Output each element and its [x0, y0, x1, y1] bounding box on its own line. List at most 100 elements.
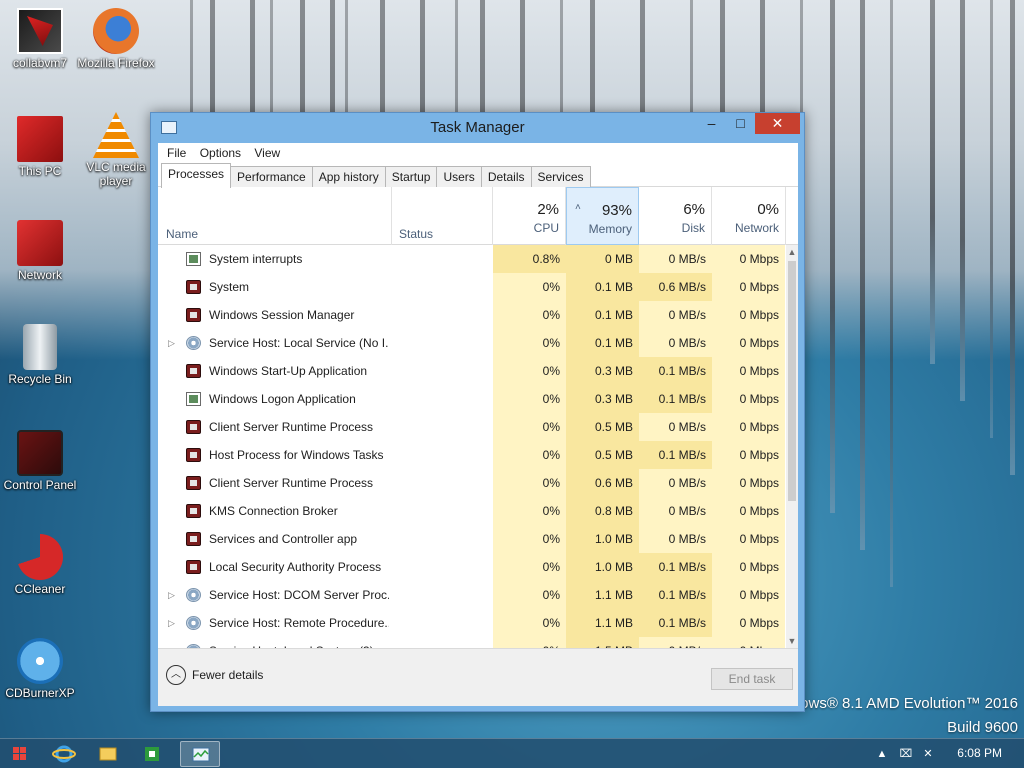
column-header-network[interactable]: 0% Network [712, 187, 786, 245]
expand-chevron-icon[interactable]: ▷ [168, 329, 175, 357]
process-icon [186, 448, 201, 462]
process-row[interactable]: ▷ Service Host: DCOM Server Proc... 0% 1.1 … [158, 581, 798, 609]
disk-value: 0 MB/s [639, 245, 712, 273]
memory-value: 1.1 MB [566, 609, 639, 637]
desktop-icon-this-pc[interactable]: This PC [0, 116, 80, 178]
end-task-button[interactable]: End task [711, 668, 793, 690]
column-header-memory[interactable]: ˄ 93% Memory [566, 187, 639, 245]
desktop-icon-vlc[interactable]: VLC media player [76, 112, 156, 188]
process-row[interactable]: ▷ Service Host: Local Service (No I... 0% 0… [158, 329, 798, 357]
disk-total-percent: 6% [683, 201, 705, 218]
wallpaper-tree [890, 0, 893, 587]
process-row[interactable]: System 0% 0.1 MB 0.6 MB/s 0 Mbps [158, 273, 798, 301]
process-row[interactable]: Windows Logon Application 0% 0.3 MB 0.1 MB/… [158, 385, 798, 413]
memory-value: 1.1 MB [566, 581, 639, 609]
close-button[interactable]: ✕ [755, 113, 800, 134]
title-bar[interactable]: Task Manager ‒ □ ✕ [151, 113, 804, 142]
taskbar-task-manager[interactable] [180, 741, 220, 767]
process-row[interactable]: System interrupts 0.8% 0 MB 0 MB/s 0 Mbps [158, 245, 798, 273]
volume-muted-icon[interactable]: ✕ [920, 746, 936, 762]
menu-view[interactable]: View [249, 143, 285, 163]
cpu-value: 0% [493, 385, 566, 413]
cpu-value: 0% [493, 609, 566, 637]
memory-value: 0.1 MB [566, 329, 639, 357]
menu-options[interactable]: Options [195, 143, 246, 163]
taskbar-file-explorer[interactable] [88, 741, 128, 767]
start-button[interactable] [0, 741, 40, 767]
column-header-name[interactable]: Name [166, 227, 198, 241]
process-name: Windows Start-Up Application [209, 364, 368, 378]
memory-value: 1.0 MB [566, 525, 639, 553]
taskbar-store[interactable] [132, 741, 172, 767]
desktop-icon-collabvm7[interactable]: collabvm7 [0, 8, 80, 70]
expand-chevron-icon[interactable]: ▷ [168, 581, 175, 609]
show-hidden-icons[interactable]: ▲ [874, 746, 890, 762]
memory-column-label: Memory [588, 222, 632, 236]
task-manager-window[interactable]: Task Manager ‒ □ ✕ File Options View Pro… [150, 112, 805, 712]
process-row[interactable]: ▷ Service Host: Remote Procedure... 0% 1.1 … [158, 609, 798, 637]
process-row[interactable]: Local Security Authority Process 0% 1.0 MB… [158, 553, 798, 581]
memory-value: 0.5 MB [566, 441, 639, 469]
process-row[interactable]: Client Server Runtime Process 0% 0.6 MB 0 M… [158, 469, 798, 497]
menu-file[interactable]: File [162, 143, 191, 163]
process-row[interactable]: Host Process for Windows Tasks 0% 0.5 MB 0.… [158, 441, 798, 469]
process-row[interactable]: KMS Connection Broker 0% 0.8 MB 0 MB/s 0 Mbp… [158, 497, 798, 525]
column-header-disk[interactable]: 6% Disk [639, 187, 712, 245]
disk-value: 0 MB/s [639, 637, 712, 648]
system-window-icon [186, 252, 201, 266]
network-value: 0 Mbps [712, 301, 785, 329]
vertical-scrollbar[interactable]: ▲ ▼ [786, 245, 798, 648]
process-row[interactable]: Services and Controller app 0% 1.0 MB 0 MB/… [158, 525, 798, 553]
expand-chevron-icon[interactable]: ▷ [168, 637, 175, 648]
disk-value: 0.1 MB/s [639, 357, 712, 385]
minimize-button[interactable]: ‒ [697, 113, 726, 134]
tab-app-history[interactable]: App history [311, 166, 386, 187]
process-row[interactable]: Windows Start-Up Application 0% 0.3 MB 0.1 … [158, 357, 798, 385]
desktop-icon-recycle-bin[interactable]: Recycle Bin [0, 324, 80, 386]
cpu-value: 0% [493, 553, 566, 581]
desktop-icon-firefox[interactable]: Mozilla Firefox [76, 8, 156, 70]
process-row[interactable]: ▷Service Host: Local System (3)0%1.5 MB0… [158, 637, 798, 648]
expand-chevron-icon[interactable]: ▷ [168, 609, 175, 637]
taskbar-clock[interactable]: 6:08 PM [957, 746, 1002, 760]
desktop-icon-cdburnerxp[interactable]: CDBurnerXP [0, 638, 80, 700]
tab-processes[interactable]: Processes [161, 163, 232, 188]
taskbar-internet-explorer[interactable] [44, 741, 84, 767]
scroll-down-icon[interactable]: ▼ [786, 634, 798, 648]
desktop-icon-label: Recycle Bin [8, 372, 72, 386]
service-gear-icon [186, 616, 201, 630]
cpu-value: 0% [493, 413, 566, 441]
maximize-button[interactable]: □ [726, 113, 755, 134]
tab-performance[interactable]: Performance [230, 166, 313, 187]
start-icon [13, 747, 26, 760]
process-name: Host Process for Windows Tasks [209, 448, 384, 462]
scrollbar-thumb[interactable] [788, 261, 796, 501]
process-row[interactable]: Client Server Runtime Process 0% 0.5 MB 0 M… [158, 413, 798, 441]
vlc-icon [93, 112, 139, 158]
disk-value: 0.1 MB/s [639, 609, 712, 637]
process-icon [186, 532, 201, 546]
column-header-cpu[interactable]: 2% CPU [493, 187, 566, 245]
process-row[interactable]: Windows Session Manager 0% 0.1 MB 0 MB/s 0 M… [158, 301, 798, 329]
internet-explorer-icon [52, 745, 76, 763]
wallpaper-tree [990, 0, 993, 438]
ccleaner-icon [17, 534, 63, 580]
process-icon [186, 364, 201, 378]
cpu-value: 0% [493, 301, 566, 329]
process-name: Service Host: Local System (3) [209, 637, 389, 648]
tab-services[interactable]: Services [530, 166, 591, 187]
tab-details[interactable]: Details [480, 166, 532, 187]
desktop-icon-ccleaner[interactable]: CCleaner [0, 534, 80, 596]
tab-users[interactable]: Users [436, 166, 482, 187]
process-name: Client Server Runtime Process [209, 420, 374, 434]
desktop-icon-control-panel[interactable]: Control Panel [0, 430, 80, 492]
fewer-details-button[interactable]: ︿ Fewer details [166, 665, 263, 685]
chevron-up-icon: ︿ [166, 665, 186, 685]
scroll-up-icon[interactable]: ▲ [786, 245, 798, 259]
network-status-icon[interactable]: ⌧ [898, 746, 914, 762]
process-name: Services and Controller app [209, 532, 358, 546]
desktop-icon-network[interactable]: Network [0, 220, 80, 282]
tab-startup[interactable]: Startup [384, 166, 438, 187]
system-window-icon [186, 392, 201, 406]
disk-value: 0 MB/s [639, 329, 712, 357]
